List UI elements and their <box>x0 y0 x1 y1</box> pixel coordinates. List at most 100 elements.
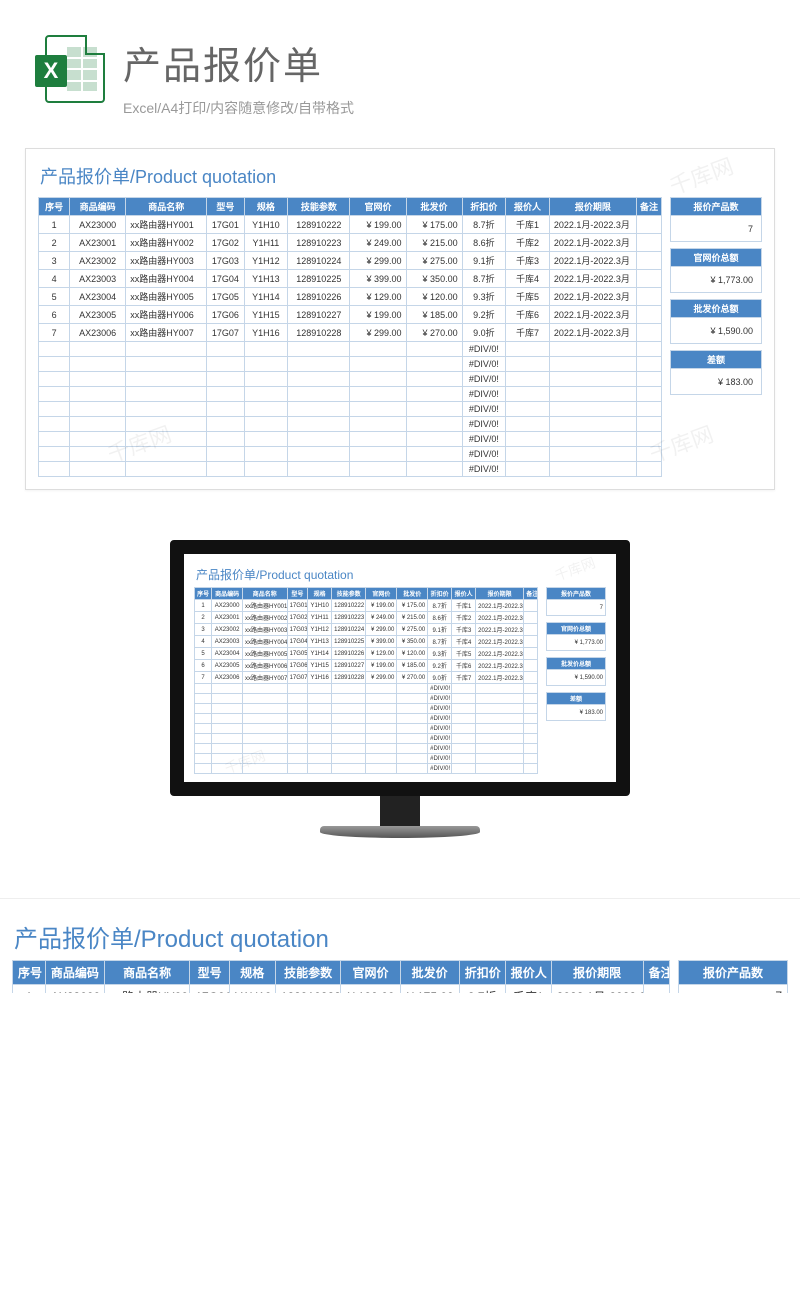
summary-web-total: 官网价总额¥ 1,773.00 <box>670 248 762 293</box>
column-header: 折扣价 <box>462 198 506 216</box>
cell-code: AX23006 <box>212 672 243 684</box>
cell-note <box>643 985 669 994</box>
table-row: 5AX23004xx路由器HY00517G05Y1H14128910226¥ 1… <box>195 648 538 660</box>
cell-web: ¥ 399.00 <box>350 270 406 288</box>
cell-name: xx路由器HY001 <box>126 216 207 234</box>
cell-model: 17G03 <box>207 252 244 270</box>
table-row: 3AX23002xx路由器HY00317G03Y1H12128910224¥ 2… <box>195 624 538 636</box>
cell-spec: Y1H11 <box>308 612 332 624</box>
table-row-empty: #DIV/0! <box>195 704 538 714</box>
column-header: 报价期限 <box>551 961 643 985</box>
cell-period: 2022.1月-2022.3月 <box>549 252 636 270</box>
cell-person: 千库6 <box>452 660 476 672</box>
cell-param: 128910225 <box>288 270 350 288</box>
cell-spec: Y1H11 <box>244 234 288 252</box>
cell-period: 2022.1月-2022.3月 <box>476 648 524 660</box>
cell-period: 2022.1月-2022.3月 <box>549 234 636 252</box>
cell-whole: ¥ 185.00 <box>406 306 462 324</box>
cell-web: ¥ 199.00 <box>366 600 397 612</box>
cell-person: 千库5 <box>506 288 550 306</box>
cell-note <box>524 660 538 672</box>
column-header: 技能参数 <box>275 961 341 985</box>
cell-no: 5 <box>195 648 212 660</box>
table-row: 5AX23004xx路由器HY00517G05Y1H14128910226¥ 1… <box>39 288 662 306</box>
cell-model: 17G04 <box>287 636 308 648</box>
cell-note <box>637 234 662 252</box>
summary-difference: 差额¥ 183.00 <box>546 692 606 721</box>
summary-wholesale-total: 批发价总额¥ 1,590.00 <box>546 657 606 686</box>
cell-name: xx路由器HY007 <box>126 324 207 342</box>
cell-person: 千库3 <box>506 252 550 270</box>
column-header: 序号 <box>195 588 212 600</box>
cell-disc: 8.6折 <box>428 612 452 624</box>
cell-disc: 9.3折 <box>428 648 452 660</box>
cell-spec: Y1H10 <box>308 600 332 612</box>
cell-web: ¥ 249.00 <box>350 234 406 252</box>
cell-error: #DIV/0! <box>428 724 452 734</box>
table-row-empty: #DIV/0! <box>39 372 662 387</box>
cell-disc: 8.7折 <box>428 636 452 648</box>
table-row-empty: #DIV/0! <box>39 387 662 402</box>
cell-person: 千库1 <box>505 985 551 994</box>
cell-name: xx路由器HY001 <box>243 600 288 612</box>
cell-disc: 8.7折 <box>428 600 452 612</box>
cell-person: 千库3 <box>452 624 476 636</box>
cell-model: 17G05 <box>287 648 308 660</box>
summary-difference-value: ¥ 183.00 <box>547 705 606 721</box>
cell-period: 2022.1月-2022.3月 <box>549 216 636 234</box>
cell-name: xx路由器HY005 <box>243 648 288 660</box>
column-header: 报价人 <box>505 961 551 985</box>
cell-spec: Y1H15 <box>308 660 332 672</box>
cell-param: 128910228 <box>288 324 350 342</box>
table-row-empty: #DIV/0! <box>39 447 662 462</box>
cell-web: ¥ 299.00 <box>366 672 397 684</box>
cell-period: 2022.1月-2022.3月 <box>476 636 524 648</box>
cell-no: 3 <box>39 252 70 270</box>
cell-note <box>524 612 538 624</box>
table-row: 3AX23002xx路由器HY00317G03Y1H12128910224¥ 2… <box>39 252 662 270</box>
cell-person: 千库1 <box>506 216 550 234</box>
cell-model: 17G06 <box>207 306 244 324</box>
cell-note <box>637 306 662 324</box>
cell-note <box>524 600 538 612</box>
summary-web-total-value: ¥ 1,773.00 <box>547 635 606 651</box>
cell-period: 2022.1月-2022.3月 <box>549 324 636 342</box>
cell-error: #DIV/0! <box>462 462 506 477</box>
cell-disc: 9.2折 <box>428 660 452 672</box>
cell-error: #DIV/0! <box>462 357 506 372</box>
sheet-title: 产品报价单/Product quotation <box>40 163 762 189</box>
column-header: 官网价 <box>341 961 400 985</box>
cell-code: AX23000 <box>212 600 243 612</box>
cell-whole: ¥ 215.00 <box>397 612 428 624</box>
cell-error: #DIV/0! <box>462 342 506 357</box>
cell-no: 4 <box>195 636 212 648</box>
summary-wholesale-total: 批发价总额¥ 1,590.00 <box>670 299 762 344</box>
cell-period: 2022.1月-2022.3月 <box>476 672 524 684</box>
table-row-empty: #DIV/0! <box>39 342 662 357</box>
cell-model: 17G01 <box>287 600 308 612</box>
cell-name: xx路由器HY005 <box>126 288 207 306</box>
column-header: 序号 <box>13 961 46 985</box>
cell-param: 128910228 <box>332 672 366 684</box>
monitor-mockup: 千库网 千库网 产品报价单/Product quotation序号商品编码商品名… <box>170 540 630 838</box>
cell-note <box>637 252 662 270</box>
cell-code: AX23000 <box>45 985 104 994</box>
column-header: 技能参数 <box>288 198 350 216</box>
cell-no: 3 <box>195 624 212 636</box>
summary-count: 报价产品数7 <box>546 587 606 616</box>
cell-web: ¥ 249.00 <box>366 612 397 624</box>
table-row-empty: #DIV/0! <box>39 357 662 372</box>
cell-whole: ¥ 120.00 <box>406 288 462 306</box>
cell-whole: ¥ 275.00 <box>397 624 428 636</box>
page-title: 产品报价单 <box>123 35 354 90</box>
cell-code: AX23005 <box>70 306 126 324</box>
cell-no: 2 <box>39 234 70 252</box>
cell-param: 128910222 <box>332 600 366 612</box>
cell-error: #DIV/0! <box>462 372 506 387</box>
cell-note <box>524 624 538 636</box>
cell-person: 千库6 <box>506 306 550 324</box>
cell-spec: Y1H15 <box>244 306 288 324</box>
summary-web-total-value: ¥ 1,773.00 <box>671 267 762 293</box>
cell-period: 2022.1月-2022.3月 <box>549 288 636 306</box>
cell-spec: Y1H16 <box>308 672 332 684</box>
